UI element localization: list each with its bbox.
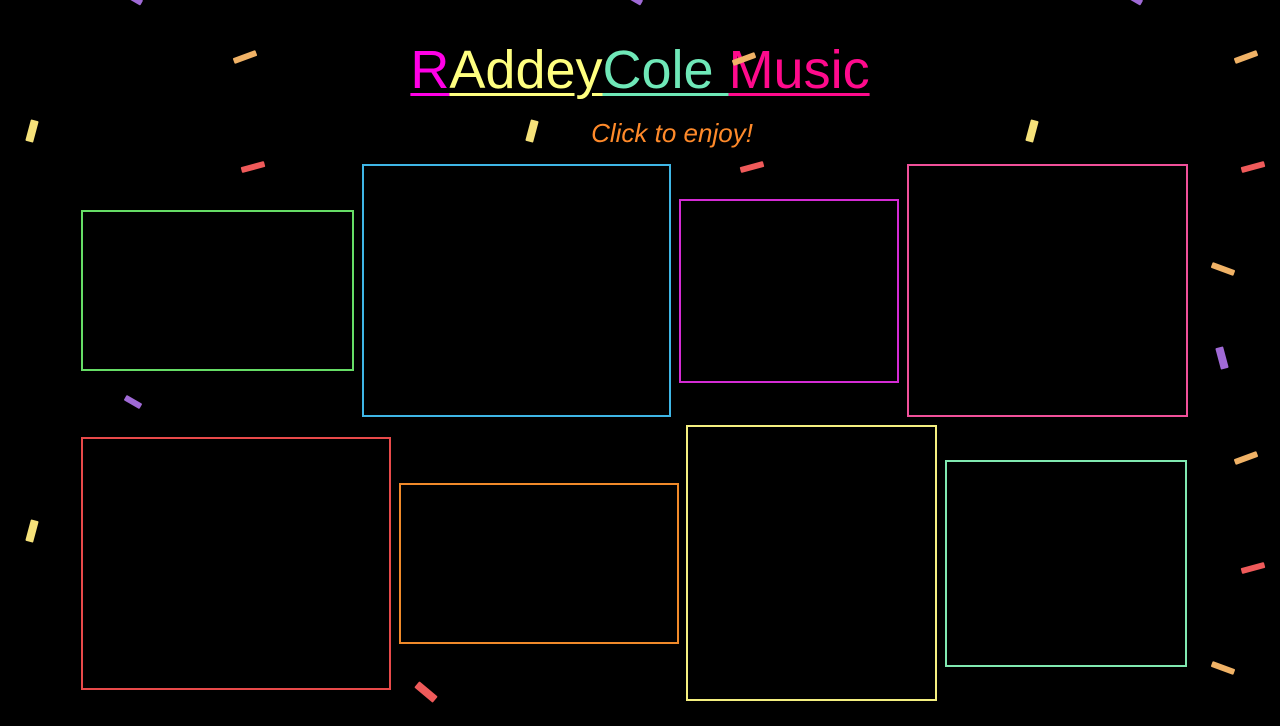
title-part-r: R xyxy=(410,40,450,100)
music-card-1[interactable] xyxy=(81,210,354,371)
subtitle: Click to enjoy! xyxy=(591,118,753,148)
music-card-4[interactable] xyxy=(907,164,1188,417)
title-part-cole: Cole xyxy=(602,40,729,100)
confetti-piece xyxy=(622,0,644,6)
confetti-piece xyxy=(1210,661,1236,675)
confetti-piece xyxy=(240,160,266,174)
title-part-addey: Addey xyxy=(449,40,603,100)
music-card-5[interactable] xyxy=(81,437,391,690)
music-card-3[interactable] xyxy=(679,199,899,383)
page: RAddeyCole Music Click to enjoy! xyxy=(0,0,1280,726)
title-part-music: Music xyxy=(728,40,870,100)
confetti-piece xyxy=(1215,346,1229,370)
confetti-piece xyxy=(1233,451,1259,465)
confetti-piece xyxy=(1240,160,1266,174)
music-card-2[interactable] xyxy=(362,164,671,417)
confetti-piece xyxy=(739,160,765,174)
confetti-piece xyxy=(1240,561,1266,575)
music-card-8[interactable] xyxy=(945,460,1187,667)
music-card-6[interactable] xyxy=(399,483,679,644)
music-card-7[interactable] xyxy=(686,425,937,701)
confetti-piece xyxy=(1122,0,1144,6)
confetti-piece xyxy=(123,394,143,410)
site-title-link[interactable]: RAddeyCole Music xyxy=(0,40,1280,100)
confetti-piece xyxy=(414,681,438,703)
confetti-piece xyxy=(25,519,39,543)
confetti-piece xyxy=(1210,262,1236,276)
confetti-piece xyxy=(122,0,144,6)
